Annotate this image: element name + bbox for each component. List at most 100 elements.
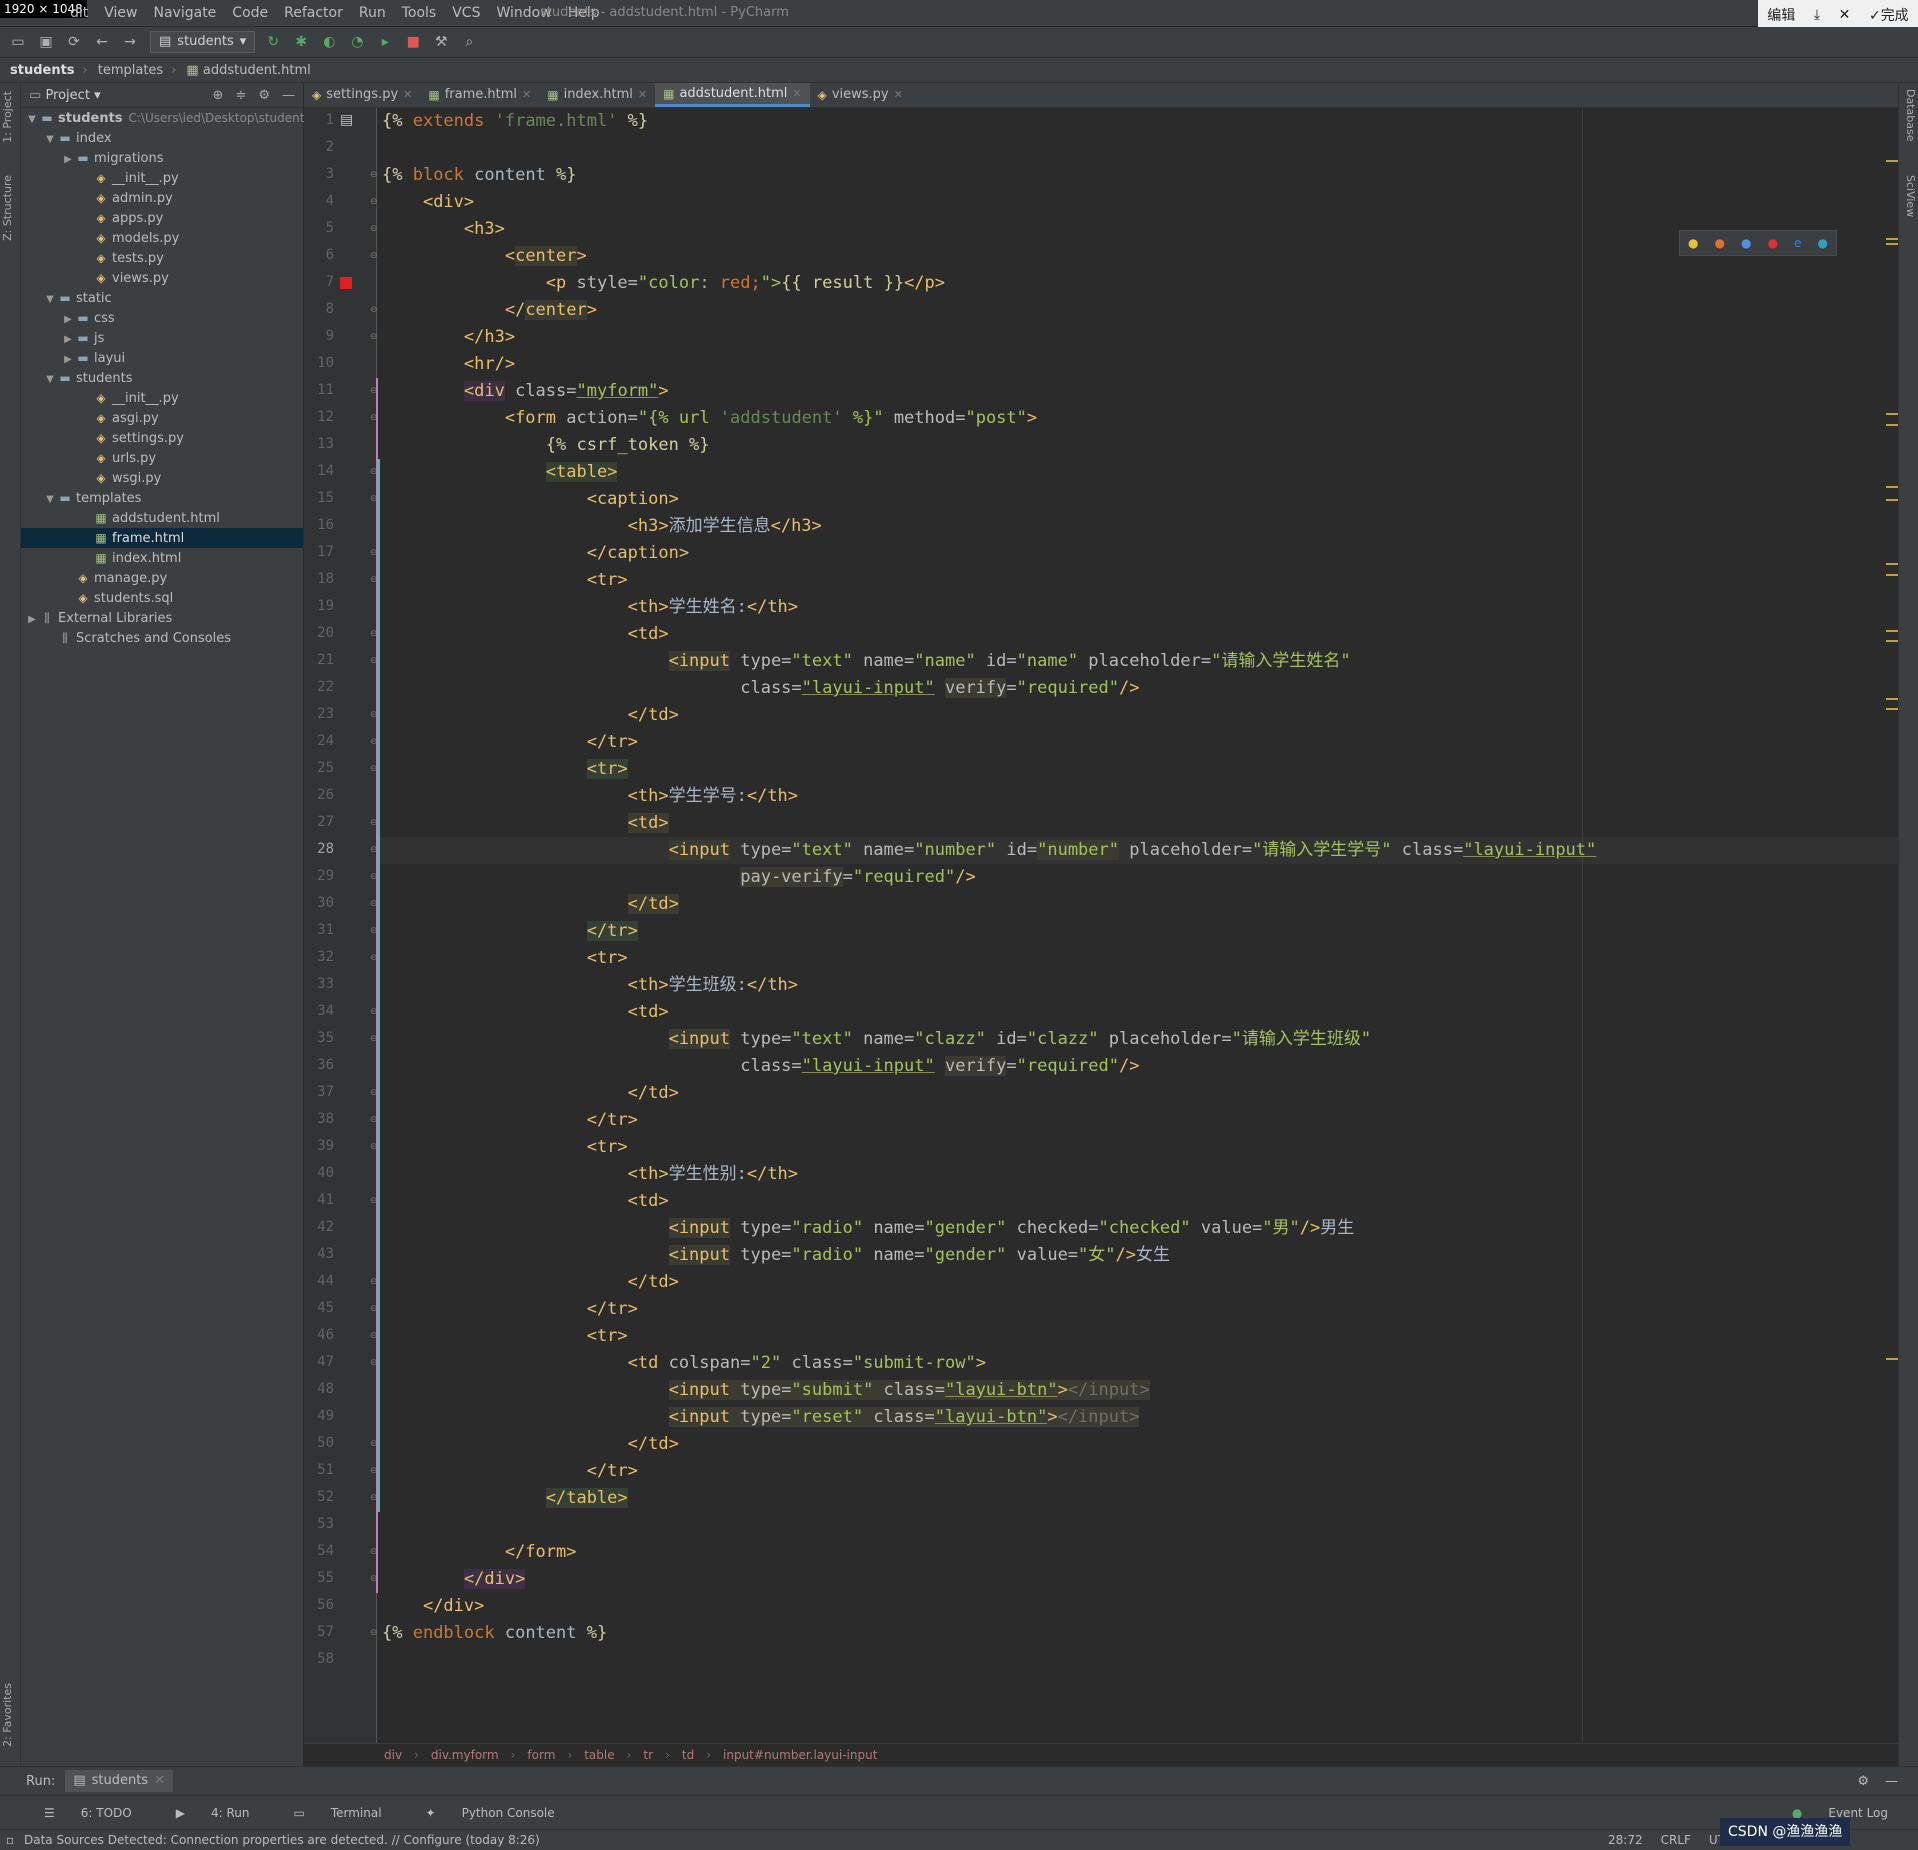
tree-expand-arrow-icon[interactable]: ▼: [43, 490, 57, 510]
project-tool-tab[interactable]: 1: Project: [1, 91, 19, 143]
run-tool-button[interactable]: ▶ 4: Run: [154, 1806, 250, 1820]
run-with-icon[interactable]: ▸: [375, 32, 395, 52]
fold-marker-icon[interactable]: ⊖: [370, 305, 380, 315]
close-tab-icon[interactable]: ✕: [403, 83, 412, 107]
editor-breadcrumb-item[interactable]: div.myform: [431, 1748, 499, 1762]
breadcrumb-root[interactable]: students: [10, 63, 75, 78]
fold-marker-icon[interactable]: ⊖: [370, 1547, 380, 1557]
breakpoint-icon[interactable]: [340, 277, 352, 289]
warning-stripe-mark[interactable]: [1886, 630, 1898, 632]
tree-item[interactable]: ▶ ▬ layui: [21, 348, 303, 368]
tree-item[interactable]: ▼ ▬ students: [21, 368, 303, 388]
fold-marker-icon[interactable]: ⊖: [370, 1574, 380, 1584]
close-tab-icon[interactable]: ✕: [894, 83, 903, 107]
menu-run[interactable]: Run: [359, 0, 386, 26]
tree-item[interactable]: ▼ ▬ students C:\Users\ied\Desktop\students: [21, 108, 311, 130]
run-tab-students[interactable]: ▤ students ✕: [65, 1770, 173, 1792]
download-icon[interactable]: ⤓: [1814, 7, 1820, 23]
tree-item[interactable]: ◈ views.py: [21, 268, 303, 288]
close-tab-icon[interactable]: ✕: [638, 83, 647, 107]
tree-expand-arrow-icon[interactable]: ▶: [61, 310, 75, 330]
fold-marker-icon[interactable]: ⊖: [370, 1628, 380, 1638]
run-config-dropdown[interactable]: ▤ students ▾: [150, 31, 256, 53]
close-icon[interactable]: ✕: [1839, 7, 1851, 23]
warning-stripe-mark[interactable]: [1886, 413, 1898, 415]
tree-item[interactable]: ▼ ▬ templates: [21, 488, 303, 508]
firefox-icon[interactable]: ●: [1715, 236, 1725, 250]
tree-expand-arrow-icon[interactable]: ▼: [43, 370, 57, 390]
warning-stripe-mark[interactable]: [1886, 499, 1898, 501]
tree-expand-arrow-icon[interactable]: ▼: [25, 110, 39, 130]
tab-addstudent-html[interactable]: ▦ addstudent.html ✕: [655, 83, 810, 107]
fold-marker-icon[interactable]: ⊖: [370, 413, 380, 423]
minimize-icon[interactable]: —: [1885, 1774, 1898, 1789]
edge-icon[interactable]: ●: [1818, 236, 1828, 250]
error-stripe[interactable]: [1886, 108, 1898, 1743]
tree-item[interactable]: ▦ index.html: [21, 548, 303, 568]
warning-stripe-mark[interactable]: [1886, 708, 1898, 710]
fold-marker-icon[interactable]: ⊖: [370, 170, 380, 180]
profile-icon[interactable]: ◔: [347, 32, 367, 52]
tree-item[interactable]: ◈ settings.py: [21, 428, 303, 448]
tree-item[interactable]: ◈ students.sql: [21, 588, 303, 608]
tree-expand-arrow-icon[interactable]: ▶: [61, 350, 75, 370]
editor-breadcrumb-item[interactable]: div: [384, 1748, 402, 1762]
tree-item[interactable]: ▶ ▬ migrations: [21, 148, 303, 168]
close-tab-icon[interactable]: ✕: [522, 83, 531, 107]
warning-stripe-mark[interactable]: [1886, 563, 1898, 565]
warning-stripe-mark[interactable]: [1886, 640, 1898, 642]
tree-expand-arrow-icon[interactable]: ▶: [25, 610, 39, 630]
tree-item[interactable]: ◈ __init__.py: [21, 388, 303, 408]
tree-item[interactable]: ◈ tests.py: [21, 248, 303, 268]
project-view-selector[interactable]: Project: [45, 88, 89, 103]
collapse-all-icon[interactable]: ≑: [235, 88, 246, 103]
gear-icon[interactable]: ⚙: [1857, 1774, 1869, 1789]
menu-code[interactable]: Code: [232, 0, 268, 26]
gear-icon[interactable]: ⚙: [258, 88, 270, 103]
rerun-icon[interactable]: ↻: [263, 32, 283, 52]
breadcrumb-folder[interactable]: templates: [98, 63, 163, 78]
menu-view[interactable]: View: [104, 0, 137, 26]
tab-index-html[interactable]: ▦ index.html ✕: [539, 83, 655, 107]
tree-item[interactable]: ◈ __init__.py: [21, 168, 303, 188]
warning-stripe-mark[interactable]: [1886, 424, 1898, 426]
code-editor[interactable]: ▤ 1 2 3 4 5 6 7 8 9 10 11 12 13 14 15 16 17 18 19 20 21 22 23 2…: [304, 108, 1898, 1743]
warning-stripe-mark[interactable]: [1886, 698, 1898, 700]
editor-breadcrumb-item[interactable]: input#number.layui-input: [723, 1748, 877, 1762]
editor-breadcrumb-item[interactable]: tr: [643, 1748, 653, 1762]
python-console-tool-button[interactable]: ✦ Python Console: [404, 1806, 555, 1820]
tree-item[interactable]: ◈ models.py: [21, 228, 303, 248]
fold-marker-icon[interactable]: ⊖: [370, 224, 380, 234]
opera-icon[interactable]: ●: [1768, 236, 1778, 250]
tree-item[interactable]: ⫼ Scratches and Consoles: [21, 628, 303, 648]
structure-tool-tab[interactable]: Z: Structure: [1, 175, 19, 241]
tree-expand-arrow-icon[interactable]: ▶: [61, 150, 75, 170]
stop-icon[interactable]: ■: [403, 32, 423, 52]
warning-stripe-mark[interactable]: [1886, 243, 1898, 245]
tree-item[interactable]: ▦ addstudent.html: [21, 508, 303, 528]
database-tool-tab[interactable]: Database: [1901, 89, 1917, 142]
breadcrumb-file[interactable]: ▦ addstudent.html: [186, 63, 310, 78]
warning-stripe-mark[interactable]: [1886, 486, 1898, 488]
caret-position[interactable]: 28:72: [1608, 1830, 1643, 1850]
tree-expand-arrow-icon[interactable]: ▶: [61, 330, 75, 350]
ie-icon[interactable]: e: [1794, 236, 1801, 250]
tab-frame-html[interactable]: ▦ frame.html ✕: [420, 83, 539, 107]
sync-icon[interactable]: ⟳: [64, 32, 84, 52]
menu-tools[interactable]: Tools: [402, 0, 437, 26]
tree-item[interactable]: ◈ manage.py: [21, 568, 303, 588]
status-message[interactable]: Data Sources Detected: Connection proper…: [24, 1830, 540, 1850]
ime-done-button[interactable]: ✓完成: [1869, 5, 1909, 25]
tree-item[interactable]: ▦ frame.html: [21, 528, 303, 548]
hide-icon[interactable]: —: [282, 88, 295, 103]
wrench-icon[interactable]: ⚒: [431, 32, 451, 52]
tree-item[interactable]: ◈ urls.py: [21, 448, 303, 468]
warning-stripe-mark[interactable]: [1886, 160, 1898, 162]
editor-breadcrumb-item[interactable]: table: [584, 1748, 614, 1762]
back-icon[interactable]: ←: [92, 32, 112, 52]
warning-stripe-mark[interactable]: [1886, 238, 1898, 240]
locate-icon[interactable]: ⊕: [213, 88, 224, 103]
close-icon[interactable]: ✕: [154, 1770, 165, 1792]
warning-stripe-mark[interactable]: [1886, 574, 1898, 576]
save-icon[interactable]: ▣: [36, 32, 56, 52]
